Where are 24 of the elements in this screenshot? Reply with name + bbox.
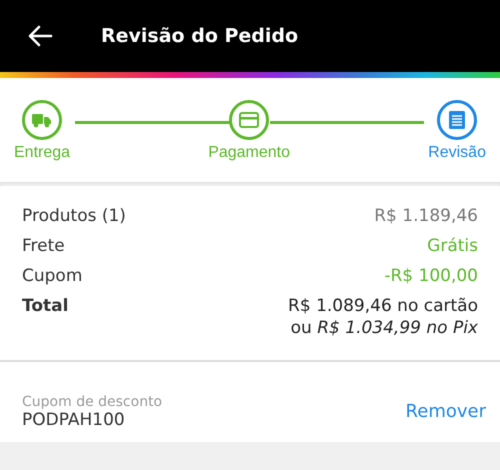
step-label: Entrega: [14, 144, 70, 162]
step-circle[interactable]: [22, 100, 62, 140]
step-circle[interactable]: [229, 100, 270, 140]
coupon-placeholder: Cupom de desconto: [22, 394, 162, 410]
credit-card-icon: [239, 112, 260, 128]
summary-value: Grátis: [427, 236, 478, 256]
page-title: Revisão do Pedido: [101, 25, 298, 47]
summary-label: Produtos (1): [22, 206, 126, 226]
summary-value: R$ 1.189,46: [374, 206, 478, 226]
total-label: Total: [22, 296, 68, 318]
pix-price: ou R$ 1.034,99 no Pix: [290, 318, 478, 338]
summary-value: -R$ 100,00: [384, 266, 478, 286]
truck-icon: [32, 112, 52, 128]
back-icon[interactable]: [27, 25, 53, 47]
summary-label: Frete: [22, 236, 65, 256]
coupon-code: PODPAH100: [22, 410, 126, 430]
summary-label: Cupom: [22, 266, 82, 286]
document-icon: [449, 111, 466, 129]
step-label: Revisão: [428, 144, 486, 162]
step-circle[interactable]: [437, 100, 478, 140]
card-price: R$ 1.089,46 no cartão: [288, 296, 478, 316]
coupon-field[interactable]: Cupom de desconto PODPAH100: [22, 394, 162, 430]
remove-button[interactable]: Remover: [406, 401, 486, 430]
step-label: Pagamento: [208, 144, 290, 162]
